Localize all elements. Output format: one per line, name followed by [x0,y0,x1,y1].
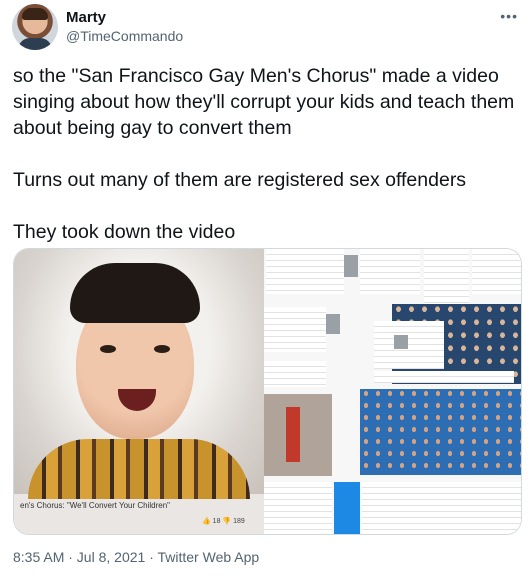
thumbs-down-icon: 👎 [222,518,232,525]
dislike-count: 189 [233,518,245,525]
like-count: 18 [212,518,221,525]
tweet: Marty @TimeCommando ••• so the "San Fran… [0,0,532,577]
collage-documents [264,249,521,534]
user-name[interactable]: Marty [66,9,106,26]
avatar[interactable] [12,4,58,50]
video-still: en's Chorus: "We'll Convert Your Childre… [14,249,264,534]
more-horizontal-icon[interactable]: ••• [500,8,518,24]
video-caption: en's Chorus: "We'll Convert Your Childre… [20,501,170,510]
thumbs-up-icon: 👍 [202,518,211,525]
video-stats: 👍 18 👎 189 [202,517,245,525]
tweet-timestamp[interactable]: 8:35 AM · Jul 8, 2021 · Twitter Web App [13,549,259,565]
tweet-text: so the "San Francisco Gay Men's Chorus" … [13,65,515,243]
user-handle[interactable]: @TimeCommando [66,28,183,44]
media-image[interactable]: en's Chorus: "We'll Convert Your Childre… [13,248,522,535]
